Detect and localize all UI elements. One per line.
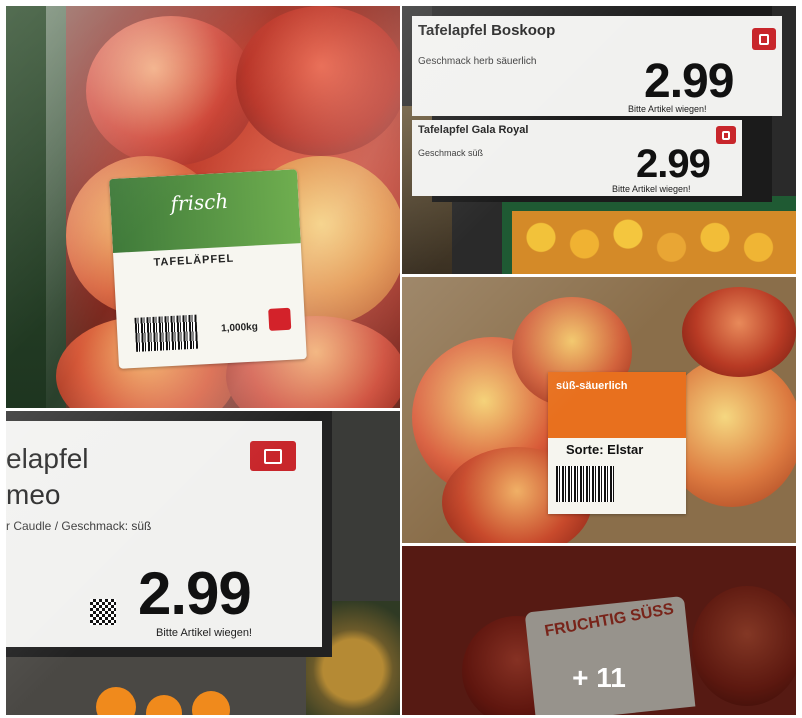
apple [682,287,796,377]
apricots [512,211,796,274]
tag-product-name-line2: meo [6,479,61,510]
tag-price: 2.99 [644,55,734,108]
price-tag-gala: Tafelapfel Gala Royal Geschmack süß 2.99… [412,120,742,196]
tag-price: 2.99 [138,560,252,627]
price-tag-cameo: elapfel meo r Caudle / Geschmack: süß 2.… [6,421,322,647]
tag-weigh-hint: Bitte Artikel wiegen! [612,184,691,194]
product-label: frisch TAFELÄPFEL 1,000kg [109,169,307,369]
scale-icon [250,441,296,471]
scale-icon [716,126,736,144]
barcode [556,466,614,502]
label-taste: süß-säuerlich [556,380,628,392]
photo-more-images[interactable]: FRUCHTIG SÜSS + 11 [402,546,796,715]
label-brand-script: frisch [169,188,229,216]
more-count: + 11 [572,662,626,693]
label-title: TAFELÄPFEL [153,252,235,269]
tag-weigh-hint: Bitte Artikel wiegen! [628,104,707,114]
kaufland-logo-icon [268,307,292,331]
barcode [134,314,199,352]
label-weight: 1,000kg [220,321,259,335]
scale-icon [752,28,776,50]
qr-code [90,599,116,625]
label-variety: Sorte: Elstar [566,442,644,457]
tag-product-name-line1: elapfel [6,443,89,474]
price-tag-boskoop: Tafelapfel Boskoop Geschmack herb säuerl… [412,16,782,116]
photo-collage: frisch TAFELÄPFEL 1,000kg Tafelapfel Bos… [0,0,802,718]
tag-taste: Geschmack herb säuerlich [418,56,537,67]
product-label: süß-säuerlich Sorte: Elstar [548,372,686,514]
tag-product-name: Tafelapfel Boskoop [418,22,556,39]
photo-apple-bag-elstar[interactable]: süß-säuerlich Sorte: Elstar [402,277,796,543]
tag-price: 2.99 [636,142,711,186]
tag-weigh-hint: Bitte Artikel wiegen! [156,627,252,639]
tag-product-name: Tafelapfel Gala Royal [418,124,529,136]
photo-price-tag-cameo[interactable]: elapfel meo r Caudle / Geschmack: süß 2.… [6,411,400,715]
tag-taste: r Caudle / Geschmack: süß [6,519,152,533]
photo-price-tags-boskoop-gala[interactable]: Tafelapfel Boskoop Geschmack herb säuerl… [402,6,796,274]
tag-taste: Geschmack süß [418,148,484,158]
photo-apple-bag[interactable]: frisch TAFELÄPFEL 1,000kg [6,6,400,408]
